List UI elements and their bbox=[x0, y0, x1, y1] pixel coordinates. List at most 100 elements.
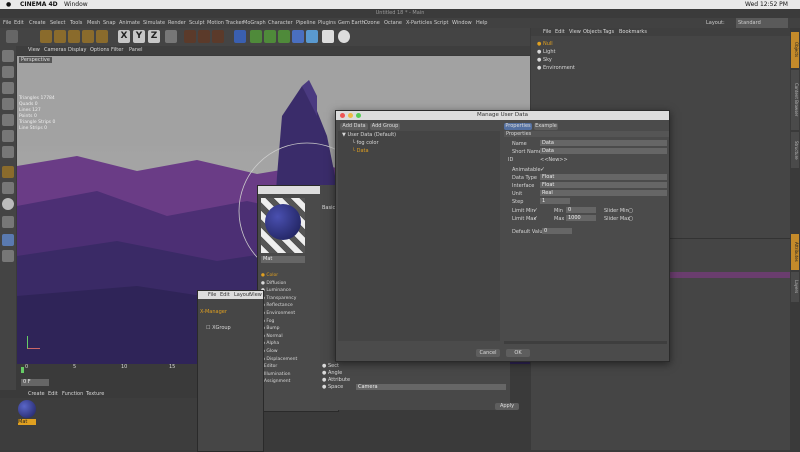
menu-octane[interactable]: Octane bbox=[384, 18, 402, 28]
solo-icon[interactable] bbox=[2, 198, 14, 210]
tree-item-data[interactable]: └ Data bbox=[352, 148, 369, 154]
animatable-checkbox[interactable]: ✓ bbox=[540, 166, 545, 173]
menu-render[interactable]: Render bbox=[168, 18, 186, 28]
xgroup-node[interactable]: ☐ XGroup bbox=[206, 325, 231, 331]
menu-create[interactable]: Create bbox=[29, 18, 46, 28]
grid-icon[interactable] bbox=[2, 216, 14, 228]
camera-icon[interactable] bbox=[322, 30, 334, 43]
slider-max-radio[interactable]: ○ bbox=[628, 215, 633, 222]
render-view-icon[interactable] bbox=[184, 30, 196, 43]
edges-mode-icon[interactable] bbox=[2, 130, 14, 142]
menu-snap[interactable]: Snap bbox=[103, 18, 116, 28]
deformer-icon[interactable] bbox=[292, 30, 304, 43]
object-item-sky[interactable]: ● Sky bbox=[537, 56, 575, 64]
menu-sculpt[interactable]: Sculpt bbox=[189, 18, 205, 28]
layer-icon[interactable] bbox=[2, 234, 14, 246]
menu-file[interactable]: File bbox=[3, 18, 11, 28]
object-item-null[interactable]: ● Null bbox=[537, 40, 575, 48]
mat-menu-texture[interactable]: Texture bbox=[86, 390, 104, 398]
menu-simulate[interactable]: Simulate bbox=[143, 18, 165, 28]
menu-help[interactable]: Help bbox=[476, 18, 487, 28]
dialog-title[interactable]: Manage User Data bbox=[336, 111, 669, 120]
limit-min-checkbox[interactable]: ✓ bbox=[533, 207, 538, 214]
playhead[interactable] bbox=[21, 367, 24, 373]
shader-space-select[interactable]: Camera bbox=[356, 384, 506, 390]
ok-button[interactable]: OK bbox=[506, 349, 530, 357]
obj-menu-view[interactable]: View bbox=[569, 28, 581, 36]
tab-attributes[interactable]: Attributes bbox=[791, 234, 799, 270]
obj-menu-file[interactable]: File bbox=[543, 28, 551, 36]
object-item-light[interactable]: ● Light bbox=[537, 48, 575, 56]
layout-select[interactable]: Standard bbox=[736, 18, 788, 28]
min-field[interactable]: 0 bbox=[566, 207, 596, 213]
menu-plugins[interactable]: Plugins bbox=[318, 18, 336, 28]
snap-icon[interactable] bbox=[2, 166, 14, 178]
tab-objects[interactable]: Objects bbox=[791, 32, 799, 68]
make-editable-icon[interactable] bbox=[2, 50, 14, 62]
y-axis-button[interactable]: Y bbox=[133, 30, 145, 43]
object-item-environment[interactable]: ● Environment bbox=[537, 64, 575, 72]
render-settings-icon[interactable] bbox=[212, 30, 224, 43]
apple-icon[interactable]: ● bbox=[6, 0, 11, 9]
nurbs-icon[interactable] bbox=[278, 30, 290, 43]
polygons-mode-icon[interactable] bbox=[2, 146, 14, 158]
menu-animate[interactable]: Animate bbox=[119, 18, 140, 28]
short-name-field[interactable]: Data bbox=[540, 148, 667, 154]
coordinate-system-icon[interactable] bbox=[165, 30, 177, 43]
channel-fog[interactable]: ● Fog bbox=[261, 318, 297, 326]
channel-alpha[interactable]: ● Alpha bbox=[261, 340, 297, 348]
xp-menu-view[interactable]: View bbox=[250, 291, 262, 299]
mat-menu-create[interactable]: Create bbox=[28, 390, 45, 398]
select-tool-icon[interactable] bbox=[40, 30, 52, 43]
name-field[interactable]: Data bbox=[540, 140, 667, 146]
environment-icon[interactable] bbox=[306, 30, 318, 43]
channel-illumination[interactable]: Illumination bbox=[261, 371, 297, 379]
model-mode-icon[interactable] bbox=[2, 66, 14, 78]
minimize-icon[interactable] bbox=[348, 113, 353, 118]
subdivision-icon[interactable] bbox=[250, 30, 262, 43]
add-group-button[interactable]: Add Group bbox=[370, 123, 400, 130]
app-menu[interactable]: CINEMA 4D bbox=[20, 0, 58, 9]
menu-x-particles[interactable]: X-Particles bbox=[406, 18, 432, 28]
max-field[interactable]: 1000 bbox=[566, 215, 596, 221]
workplane-icon[interactable] bbox=[2, 98, 14, 110]
obj-menu-tags[interactable]: Tags bbox=[603, 28, 614, 36]
render-picture-icon[interactable] bbox=[198, 30, 210, 43]
material-name[interactable]: Mat bbox=[18, 419, 36, 425]
material-swatch[interactable] bbox=[18, 400, 36, 418]
channel-color[interactable]: ● Color bbox=[261, 272, 297, 280]
tab-properties[interactable]: Properties bbox=[504, 123, 532, 130]
obj-menu-bookmarks[interactable]: Bookmarks bbox=[619, 28, 647, 36]
menu-tools[interactable]: Tools bbox=[70, 18, 82, 28]
tab-example[interactable]: Example bbox=[534, 123, 558, 130]
texture-mode-icon[interactable] bbox=[2, 82, 14, 94]
window-menu[interactable]: Window bbox=[64, 0, 88, 9]
x-axis-button[interactable]: X bbox=[118, 30, 130, 43]
mat-menu-edit[interactable]: Edit bbox=[48, 390, 58, 398]
channel-bump[interactable]: ● Bump bbox=[261, 325, 297, 333]
vp-menu-view[interactable]: View bbox=[28, 46, 40, 55]
xp-menu-layout[interactable]: Layout bbox=[234, 291, 251, 299]
vp-menu-options[interactable]: Options bbox=[90, 46, 109, 55]
undo-icon[interactable] bbox=[6, 30, 18, 43]
menu-ozone[interactable]: Ozone bbox=[364, 18, 380, 28]
vp-menu-panel[interactable]: Panel bbox=[129, 46, 143, 55]
material-editor-name-field[interactable]: Mat bbox=[261, 256, 305, 263]
channel-displacement[interactable]: ● Displacement bbox=[261, 356, 297, 364]
menu-pipeline[interactable]: Pipeline bbox=[296, 18, 316, 28]
default-value-field[interactable]: 0 bbox=[542, 228, 572, 234]
zoom-icon[interactable] bbox=[356, 113, 361, 118]
cancel-button[interactable]: Cancel bbox=[476, 349, 500, 357]
sculpt-icon[interactable] bbox=[2, 250, 14, 262]
slider-min-radio[interactable]: ○ bbox=[628, 207, 633, 214]
channel-reflectance[interactable]: ● Reflectance bbox=[261, 302, 297, 310]
menu-character[interactable]: Character bbox=[268, 18, 293, 28]
mat-menu-function[interactable]: Function bbox=[62, 390, 83, 398]
xp-menu-file[interactable]: File bbox=[208, 291, 216, 299]
tab-content-browser[interactable]: Content Browser bbox=[791, 70, 799, 130]
channel-editor[interactable]: Editor bbox=[261, 363, 297, 371]
rotate-tool-icon[interactable] bbox=[82, 30, 94, 43]
channel-glow[interactable]: ● Glow bbox=[261, 348, 297, 356]
xp-menu-edit[interactable]: Edit bbox=[220, 291, 230, 299]
z-axis-button[interactable]: Z bbox=[148, 30, 160, 43]
